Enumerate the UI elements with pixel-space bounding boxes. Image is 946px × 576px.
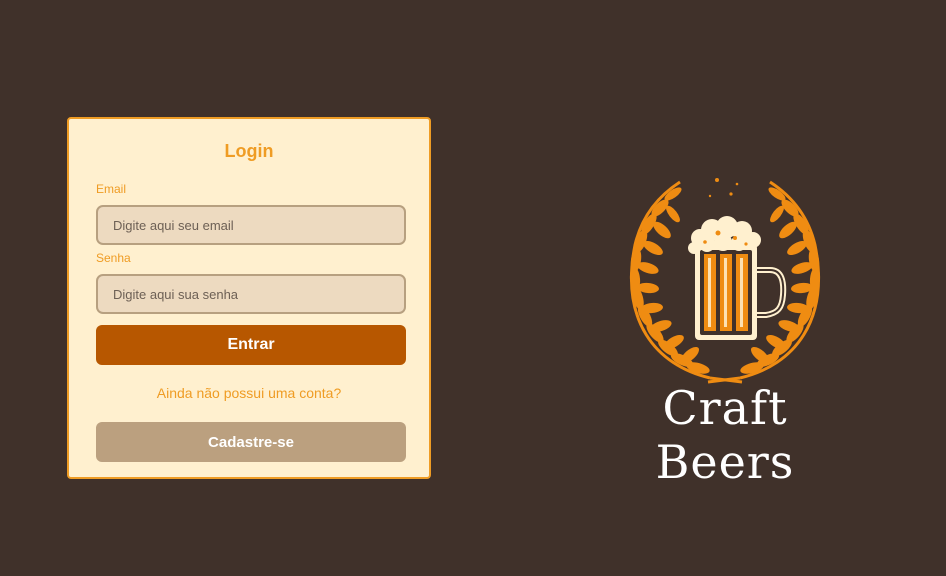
password-label: Senha (96, 251, 131, 265)
login-button[interactable]: Entrar (96, 325, 406, 365)
register-button[interactable]: Cadastre-se (96, 422, 406, 462)
login-page: Login Email Senha Entrar Ainda não possu… (0, 0, 946, 576)
password-input[interactable] (96, 274, 406, 314)
email-label: Email (96, 182, 127, 196)
login-title: Login (224, 141, 274, 161)
brand-name: Craft Beers (655, 381, 795, 489)
signup-link[interactable]: Ainda não possui uma conta? (69, 385, 429, 401)
email-input[interactable] (96, 205, 406, 245)
login-form: Login Email Senha Entrar Ainda não possu… (67, 117, 431, 479)
